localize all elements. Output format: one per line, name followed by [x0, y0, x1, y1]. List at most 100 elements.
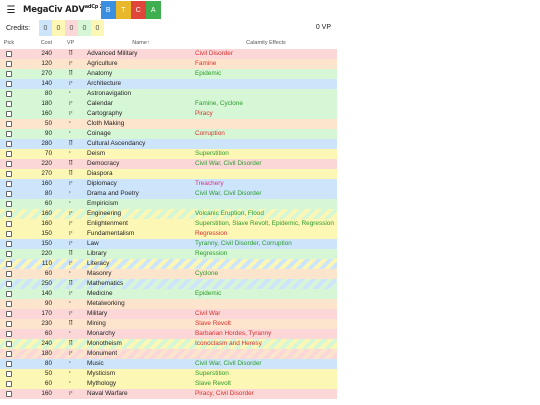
cost-cell: 240	[41, 340, 52, 347]
vp-cell: ⠖	[68, 310, 73, 317]
pick-checkbox[interactable]	[6, 341, 12, 347]
cost-cell: 250	[41, 280, 52, 287]
col-cost[interactable]: Cost	[18, 40, 54, 46]
table-row[interactable]: 60 ⠂ Monarchy Barbarian Hordes, Tyranny	[0, 329, 337, 339]
hamburger-icon[interactable]: ☰	[2, 1, 20, 19]
effects-cell: Civil War, Civil Disorder	[195, 160, 262, 167]
table-row[interactable]: 90 ⠂ Metalworking	[0, 299, 337, 309]
pick-checkbox[interactable]	[6, 251, 12, 257]
cost-cell: 140	[41, 290, 52, 297]
table-row[interactable]: 140 ⠖ Medicine Epidemic	[0, 289, 337, 299]
table-row[interactable]: 170 ⠖ Military Civil War	[0, 309, 337, 319]
pick-checkbox[interactable]	[6, 371, 12, 377]
table-row[interactable]: 60 ⠂ Masonry Cyclone	[0, 269, 337, 279]
table-row[interactable]: 180 ⠖ Monument	[0, 349, 337, 359]
pick-checkbox[interactable]	[6, 141, 12, 147]
pick-checkbox[interactable]	[6, 101, 12, 107]
name-cell: Music	[87, 360, 104, 367]
name-cell: Diplomacy	[87, 180, 117, 187]
pick-checkbox[interactable]	[6, 181, 12, 187]
name-cell: Calendar	[87, 100, 113, 107]
pick-checkbox[interactable]	[6, 271, 12, 277]
table-row[interactable]: 240 ⠿ Monotheism Iconoclasm and Heresy	[0, 339, 337, 349]
table-row[interactable]: 80 ⠂ Music Civil War, Civil Disorder	[0, 359, 337, 369]
pick-checkbox[interactable]	[6, 161, 12, 167]
table-row[interactable]: 220 ⠿ Library Regression	[0, 249, 337, 259]
pick-checkbox[interactable]	[6, 121, 12, 127]
cost-cell: 70	[44, 150, 52, 157]
filter-button-b[interactable]: B	[100, 1, 116, 19]
pick-checkbox[interactable]	[6, 191, 12, 197]
table-row[interactable]: 60 ⠂ Mythology Slave Revolt	[0, 379, 337, 389]
table-row[interactable]: 280 ⠿ Cultural Ascendancy	[0, 139, 337, 149]
pick-checkbox[interactable]	[6, 241, 12, 247]
pick-checkbox[interactable]	[6, 61, 12, 67]
pick-checkbox[interactable]	[6, 301, 12, 307]
logo-sub: adCp 2023	[84, 4, 113, 10]
table-row[interactable]: 250 ⠿ Mathematics	[0, 279, 337, 289]
pick-checkbox[interactable]	[6, 321, 12, 327]
pick-checkbox[interactable]	[6, 171, 12, 177]
col-effects[interactable]: Calamity Effects	[195, 40, 337, 46]
table-row[interactable]: 70 ⠂ Deism Superstition	[0, 149, 337, 159]
table-row[interactable]: 240 ⠿ Advanced Military Civil Disorder	[0, 49, 337, 59]
table-row[interactable]: 50 ⠂ Cloth Making	[0, 119, 337, 129]
col-vp[interactable]: VP	[54, 40, 87, 46]
pick-checkbox[interactable]	[6, 111, 12, 117]
table-row[interactable]: 230 ⠿ Mining Slave Revolt	[0, 319, 337, 329]
table-row[interactable]: 80 ⠂ Drama and Poetry Civil War, Civil Diso…	[0, 189, 337, 199]
pick-checkbox[interactable]	[6, 81, 12, 87]
pick-checkbox[interactable]	[6, 231, 12, 237]
cost-cell: 160	[41, 110, 52, 117]
col-name[interactable]: Name↑	[87, 40, 195, 46]
pick-checkbox[interactable]	[6, 51, 12, 57]
table-row[interactable]: 160 ⠖ Naval Warfare Piracy, Civil Disorder	[0, 389, 337, 399]
filter-button-c[interactable]: C	[130, 1, 146, 19]
credit-value: 0	[78, 20, 91, 36]
pick-cell	[0, 239, 18, 249]
table-row[interactable]: 90 ⠂ Coinage Corruption	[0, 129, 337, 139]
pick-checkbox[interactable]	[6, 131, 12, 137]
table-row[interactable]: 150 ⠖ Fundamentalism Regression	[0, 229, 337, 239]
vp-cell: ⠿	[68, 320, 73, 327]
cost-cell: 160	[41, 210, 52, 217]
pick-cell	[0, 389, 18, 399]
cost-cell: 140	[41, 80, 52, 87]
table-row[interactable]: 220 ⠿ Democracy Civil War, Civil Disorder	[0, 159, 337, 169]
filter-button-a[interactable]: A	[145, 1, 161, 19]
table-row[interactable]: 160 ⠖ Diplomacy Treachery	[0, 179, 337, 189]
pick-checkbox[interactable]	[6, 361, 12, 367]
table-row[interactable]: 180 ⠖ Calendar Famine, Cyclone	[0, 99, 337, 109]
pick-checkbox[interactable]	[6, 381, 12, 387]
pick-checkbox[interactable]	[6, 391, 12, 397]
pick-checkbox[interactable]	[6, 71, 12, 77]
filter-button-t[interactable]: T	[115, 1, 131, 19]
pick-checkbox[interactable]	[6, 331, 12, 337]
pick-checkbox[interactable]	[6, 311, 12, 317]
effects-cell: Slave Revolt	[195, 320, 231, 327]
table-row[interactable]: 110 ⠖ Literacy	[0, 259, 337, 269]
vp-cell: ⠿	[68, 50, 73, 57]
vp-cell: ⠂	[68, 120, 73, 127]
pick-checkbox[interactable]	[6, 221, 12, 227]
pick-checkbox[interactable]	[6, 201, 12, 207]
table-row[interactable]: 160 ⠖ Engineering Volcanic Eruption, Flood	[0, 209, 337, 219]
table-row[interactable]: 60 ⠂ Empiricism	[0, 199, 337, 209]
table-row[interactable]: 80 ⠂ Astronavigation	[0, 89, 337, 99]
pick-checkbox[interactable]	[6, 261, 12, 267]
table-row[interactable]: 160 ⠖ Enlightenment Superstition, Slave Rev…	[0, 219, 337, 229]
table-row[interactable]: 270 ⠿ Diaspora	[0, 169, 337, 179]
table-row[interactable]: 50 ⠂ Mysticism Superstition	[0, 369, 337, 379]
pick-checkbox[interactable]	[6, 281, 12, 287]
pick-checkbox[interactable]	[6, 91, 12, 97]
table-row[interactable]: 140 ⠖ Architecture	[0, 79, 337, 89]
table-row[interactable]: 160 ⠖ Cartography Piracy	[0, 109, 337, 119]
table-row[interactable]: 270 ⠿ Anatomy Epidemic	[0, 69, 337, 79]
table-row[interactable]: 150 ⠖ Law Tyranny, Civil Disorder, Corrupti…	[0, 239, 337, 249]
pick-checkbox[interactable]	[6, 151, 12, 157]
pick-checkbox[interactable]	[6, 211, 12, 217]
table-row[interactable]: 120 ⠖ Agriculture Famine	[0, 59, 337, 69]
cost-cell: 160	[41, 220, 52, 227]
pick-checkbox[interactable]	[6, 291, 12, 297]
pick-checkbox[interactable]	[6, 351, 12, 357]
